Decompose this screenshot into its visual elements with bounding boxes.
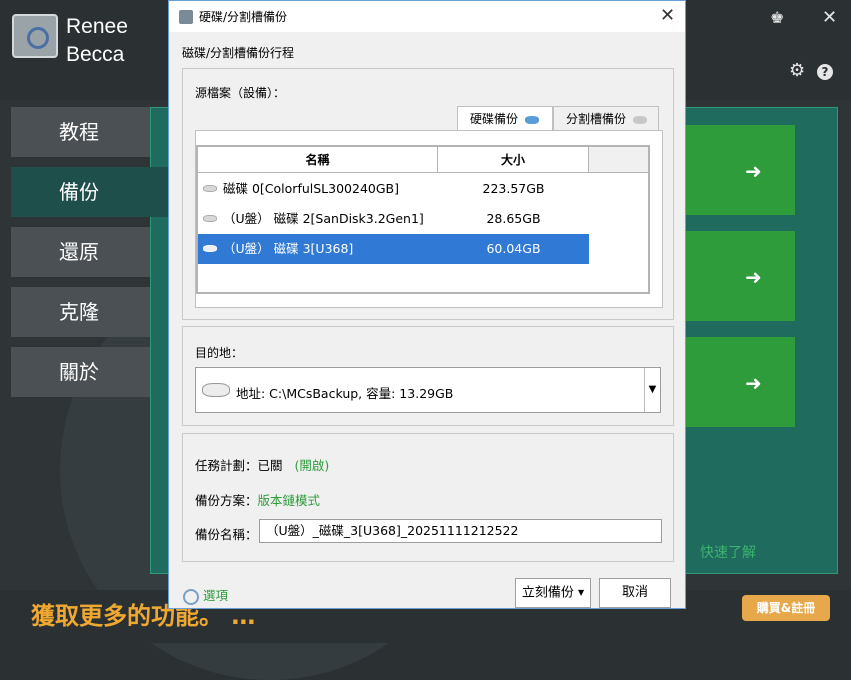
close-icon[interactable]: ✕ bbox=[822, 9, 837, 27]
column-header-filler bbox=[589, 147, 648, 173]
dialog-title: 硬碟/分割槽備份 bbox=[199, 10, 288, 24]
schedule-enable-link[interactable]: (開啟) bbox=[295, 458, 330, 473]
backup-card-2[interactable]: ➜ bbox=[685, 231, 795, 321]
destination-group: 目的地： 地址: C:\MCsBackup, 容量: 13.29GB ▼ bbox=[182, 326, 674, 426]
backup-now-label: 立刻備份 bbox=[521, 585, 574, 601]
disk-size: 60.04GB bbox=[486, 241, 541, 256]
app-icon bbox=[179, 10, 193, 24]
gear-icon[interactable]: ⚙ bbox=[789, 62, 805, 80]
destination-label: 目的地： bbox=[195, 346, 244, 360]
scheme-link[interactable]: 版本鏈模式 bbox=[258, 493, 321, 508]
arrow-right-icon: ➜ bbox=[745, 371, 762, 395]
sidebar-item-backup[interactable]: 備份 bbox=[11, 167, 171, 217]
sidebar-item-label: 備份 bbox=[59, 180, 99, 204]
backup-dialog: 硬碟/分割槽備份 ✕ 磁碟/分割槽備份行程 源檔案（設備）： 硬碟備份 分割槽備… bbox=[168, 0, 686, 609]
table-row[interactable]: （U盤） 磁碟 2[SanDisk3.2Gen1] 28.65GB bbox=[198, 204, 589, 234]
backup-card-3[interactable]: ➜ bbox=[685, 337, 795, 427]
table-row-selected[interactable]: （U盤） 磁碟 3[U368] 60.04GB bbox=[198, 234, 589, 264]
brand-name: Renee bbox=[66, 15, 128, 38]
sidebar-item-label: 教程 bbox=[59, 120, 99, 144]
scheme-row: 備份方案：版本鏈模式 bbox=[195, 490, 320, 509]
scheme-label: 備份方案： bbox=[195, 493, 258, 508]
schedule-label: 任務計劃：已關 bbox=[195, 458, 283, 473]
sidebar-item-clone[interactable]: 克隆 bbox=[11, 287, 150, 337]
tab-label: 分割槽備份 bbox=[566, 112, 627, 126]
destination-select[interactable]: 地址: C:\MCsBackup, 容量: 13.29GB ▼ bbox=[195, 367, 661, 413]
usb-disk-icon bbox=[203, 245, 217, 252]
disk-size: 28.65GB bbox=[486, 211, 541, 226]
disk-name: （U盤） 磁碟 3[U368] bbox=[223, 241, 354, 256]
help-icon[interactable]: ? bbox=[817, 64, 833, 80]
disk-size: 223.57GB bbox=[482, 181, 545, 196]
sidebar-item-label: 關於 bbox=[59, 360, 99, 384]
backup-card-1[interactable]: ➜ bbox=[685, 125, 795, 215]
options-icon bbox=[183, 588, 199, 605]
sidebar-item-restore[interactable]: 還原 bbox=[11, 227, 150, 277]
source-label: 源檔案（設備）： bbox=[195, 86, 286, 100]
table-row[interactable]: 磁碟 0[ColorfulSL300240GB] 223.57GB bbox=[198, 174, 589, 204]
column-header-name[interactable]: 名稱 bbox=[198, 147, 438, 173]
dropdown-arrow-icon[interactable]: ▼ bbox=[644, 368, 660, 412]
schedule-row: 任務計劃：已關 (開啟) bbox=[195, 455, 329, 474]
section-label: 磁碟/分割槽備份行程 bbox=[182, 46, 295, 60]
tab-label: 硬碟備份 bbox=[470, 112, 519, 126]
usb-disk-icon bbox=[203, 215, 217, 222]
options-label: 選項 bbox=[203, 588, 229, 603]
arrow-right-icon: ➜ bbox=[745, 265, 762, 289]
sidebar-item-label: 克隆 bbox=[59, 300, 99, 324]
disk-name: 磁碟 0[ColorfulSL300240GB] bbox=[223, 181, 399, 196]
column-header-size[interactable]: 大小 bbox=[438, 147, 589, 173]
disk-icon bbox=[203, 185, 217, 192]
hard-drive-icon bbox=[202, 383, 230, 397]
options-link[interactable]: 選項 bbox=[183, 585, 228, 605]
disk-icon bbox=[632, 115, 647, 124]
sidebar-item-label: 還原 bbox=[59, 240, 99, 264]
disk-list[interactable]: 名稱 大小 磁碟 0[ColorfulSL300240GB] 223.57GB … bbox=[196, 145, 650, 294]
dropdown-arrow-icon: ▼ bbox=[578, 588, 585, 597]
options-group: 任務計劃：已關 (開啟) 備份方案：版本鏈模式 備份名稱： （U盤）_磁碟_3[… bbox=[182, 433, 674, 562]
dialog-titlebar[interactable]: 硬碟/分割槽備份 ✕ bbox=[169, 1, 685, 32]
backup-name-label: 備份名稱： bbox=[195, 527, 258, 542]
sidebar-item-about[interactable]: 關於 bbox=[11, 347, 150, 397]
disk-icon bbox=[524, 115, 539, 124]
backup-name-input[interactable]: （U盤）_磁碟_3[U368]_20251111212522 bbox=[259, 519, 662, 543]
sidebar-item-tutorial[interactable]: 教程 bbox=[11, 107, 150, 157]
arrow-right-icon: ➜ bbox=[745, 159, 762, 183]
disk-name: （U盤） 磁碟 2[SanDisk3.2Gen1] bbox=[223, 211, 424, 226]
tab-partition-backup[interactable]: 分割槽備份 bbox=[553, 106, 659, 131]
tab-disk-backup[interactable]: 硬碟備份 bbox=[457, 106, 553, 131]
shirt-icon[interactable]: ♚ bbox=[770, 10, 784, 26]
destination-value: 地址: C:\MCsBackup, 容量: 13.29GB bbox=[236, 386, 454, 401]
buy-register-button[interactable]: 購買&註冊 bbox=[742, 595, 830, 621]
backup-now-button[interactable]: 立刻備份 ▼ bbox=[515, 578, 591, 608]
close-icon[interactable]: ✕ bbox=[660, 5, 675, 26]
brand-name-line2: Becca bbox=[66, 43, 125, 66]
learn-more-link[interactable]: 快速了解 bbox=[700, 542, 756, 562]
source-group: 源檔案（設備）： 硬碟備份 分割槽備份 名稱 大小 磁碟 0[ColorfulS… bbox=[182, 68, 674, 320]
cancel-button[interactable]: 取消 bbox=[599, 578, 671, 608]
safe-logo-icon bbox=[12, 14, 58, 58]
